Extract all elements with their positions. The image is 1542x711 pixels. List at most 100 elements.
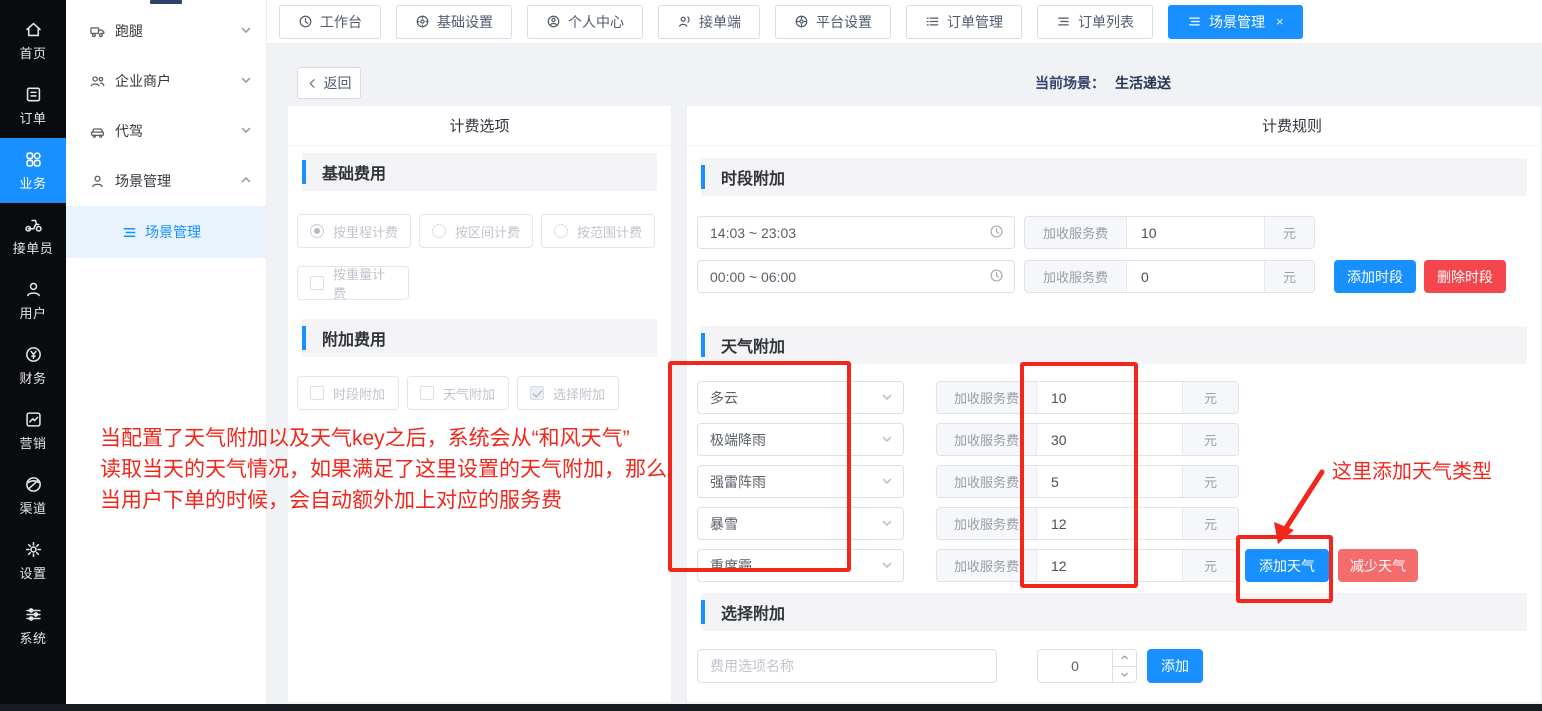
checkbox-checked-icon — [530, 386, 544, 400]
tab-courier-terminal[interactable]: 接单端 — [658, 5, 760, 39]
weather-type-select-4[interactable]: 暴雪 — [697, 507, 904, 540]
person-outline-icon — [89, 173, 106, 190]
order-icon — [24, 85, 43, 104]
submenu-driving[interactable]: 代驾 — [66, 106, 267, 156]
sidebar-item-finance[interactable]: 财务 — [0, 333, 66, 398]
weather-type-select-5[interactable]: 重度霾 — [697, 549, 904, 582]
weather-type-select-2[interactable]: 极端降雨 — [697, 423, 904, 456]
sidebar-item-home[interactable]: 首页 — [0, 8, 66, 73]
person-signal-icon — [677, 14, 692, 29]
sidebar-item-couriers[interactable]: 接单员 — [0, 203, 66, 268]
submenu-label: 场景管理 — [115, 171, 171, 191]
radio-icon — [310, 224, 324, 238]
fee-input[interactable]: 5 — [1037, 466, 1182, 497]
fee-amount-value: 0 — [1038, 650, 1112, 682]
weather-type-select-1[interactable]: 多云 — [697, 381, 904, 414]
remove-time-button[interactable]: 删除时段 — [1424, 260, 1506, 293]
checkbox-label: 选择附加 — [553, 384, 605, 403]
add-option-button[interactable]: 添加 — [1147, 649, 1203, 683]
marketing-icon — [24, 410, 43, 429]
radio-icon — [554, 224, 568, 238]
weather-fee-group-1: 加收服务费 10 元 — [936, 381, 1239, 414]
chevron-down-icon — [881, 390, 893, 406]
fee-label: 加收服务费 — [937, 508, 1037, 539]
fee-input[interactable]: 12 — [1037, 550, 1182, 581]
checkbox-time-extra[interactable]: 时段附加 — [297, 376, 399, 410]
fee-input[interactable]: 12 — [1037, 508, 1182, 539]
chevron-down-icon — [240, 123, 252, 139]
sidebar-item-label: 用户 — [19, 303, 46, 322]
fee-unit: 元 — [1264, 217, 1314, 248]
sidebar-item-system[interactable]: 系统 — [0, 593, 66, 658]
fee-option-name-input[interactable]: 费用选项名称 — [697, 649, 997, 683]
sidebar-item-settings[interactable]: 设置 — [0, 528, 66, 593]
back-button[interactable]: 返回 — [297, 67, 361, 99]
time-range-input-2[interactable]: 00:00 ~ 06:00 — [697, 260, 1015, 293]
close-icon[interactable]: × — [1276, 14, 1284, 29]
time-fee-group-2: 加收服务费 0 元 — [1024, 260, 1315, 293]
time-range-value: 00:00 ~ 06:00 — [710, 269, 796, 285]
tab-workbench[interactable]: 工作台 — [279, 5, 381, 39]
sidebar-item-users[interactable]: 用户 — [0, 268, 66, 333]
tab-bar: 工作台 基础设置 个人中心 接单端 平台设置 订单管理 订单列表 场景管理 — [267, 0, 1542, 44]
tab-label: 基础设置 — [437, 12, 493, 32]
logo-clipped — [150, 0, 182, 4]
weather-type-value: 强雷阵雨 — [710, 472, 766, 492]
tab-label: 工作台 — [320, 12, 362, 32]
billing-rules-title-row: 计费规则 — [687, 106, 1541, 146]
tab-order-list[interactable]: 订单列表 — [1037, 5, 1153, 39]
tab-platform-settings[interactable]: 平台设置 — [775, 5, 891, 39]
sidebar-item-marketing[interactable]: 营销 — [0, 398, 66, 463]
checkbox-label: 天气附加 — [443, 384, 495, 403]
submenu-errand[interactable]: 跑腿 — [66, 6, 267, 56]
car-icon — [89, 123, 106, 140]
fee-input[interactable]: 0 — [1127, 261, 1264, 292]
menu-lines-icon — [1187, 14, 1202, 29]
submenu-item-scene-management-active[interactable]: 场景管理 — [66, 206, 267, 258]
weather-type-value: 重度霾 — [710, 556, 752, 576]
weather-type-select-3[interactable]: 强雷阵雨 — [697, 465, 904, 498]
radio-by-range[interactable]: 按范围计费 — [541, 214, 655, 248]
section-title: 时段附加 — [721, 165, 785, 189]
tab-label: 接单端 — [699, 12, 741, 32]
gear-circle-icon — [794, 14, 809, 29]
tab-order-management[interactable]: 订单管理 — [906, 5, 1022, 39]
tab-basic-settings[interactable]: 基础设置 — [396, 5, 512, 39]
weather-type-value: 暴雪 — [710, 514, 738, 534]
rider-icon — [24, 215, 43, 234]
list-icon — [925, 14, 940, 29]
fee-amount-stepper[interactable]: 0 — [1037, 649, 1137, 683]
checkbox-icon — [310, 386, 324, 400]
stepper-up[interactable] — [1113, 650, 1136, 667]
home-icon — [24, 20, 43, 39]
checkbox-by-weight[interactable]: 按重量计费 — [297, 266, 409, 300]
secondary-sidebar: 跑腿 企业商户 代驾 场景管理 场景管理 — [66, 0, 267, 711]
time-range-input-1[interactable]: 14:03 ~ 23:03 — [697, 216, 1015, 249]
weather-type-value: 极端降雨 — [710, 430, 766, 450]
remove-weather-button[interactable]: 减少天气 — [1338, 549, 1418, 582]
sidebar-item-orders[interactable]: 订单 — [0, 73, 66, 138]
radio-by-distance[interactable]: 按里程计费 — [297, 214, 411, 248]
add-weather-button[interactable]: 添加天气 — [1245, 549, 1329, 582]
checkbox-select-extra[interactable]: 选择附加 — [517, 376, 619, 410]
base-fee-section-header: 基础费用 — [302, 153, 657, 191]
sidebar-item-business[interactable]: 业务 — [0, 138, 66, 203]
billing-options-card: 计费选项 基础费用 按里程计费 按区间计费 按范围计费 按重量计费 附 — [287, 105, 672, 703]
tab-profile-center[interactable]: 个人中心 — [527, 5, 643, 39]
current-scene: 当前场景：生活递送 — [1035, 73, 1171, 93]
fee-input[interactable]: 30 — [1037, 424, 1182, 455]
sidebar-item-channels[interactable]: 渠道 — [0, 463, 66, 528]
fee-input[interactable]: 10 — [1037, 382, 1182, 413]
fee-label: 加收服务费 — [937, 466, 1037, 497]
section-title: 附加费用 — [322, 326, 386, 350]
add-time-button[interactable]: 添加时段 — [1334, 260, 1416, 293]
submenu-merchants[interactable]: 企业商户 — [66, 56, 267, 106]
fee-input[interactable]: 10 — [1127, 217, 1264, 248]
tab-scene-management-active[interactable]: 场景管理 × — [1168, 5, 1303, 39]
stepper-down[interactable] — [1113, 667, 1136, 683]
radio-by-interval[interactable]: 按区间计费 — [419, 214, 533, 248]
checkbox-weather-extra[interactable]: 天气附加 — [407, 376, 509, 410]
radio-icon — [432, 224, 446, 238]
submenu-scene-management[interactable]: 场景管理 — [66, 156, 267, 206]
fee-option-name-placeholder: 费用选项名称 — [710, 656, 794, 676]
